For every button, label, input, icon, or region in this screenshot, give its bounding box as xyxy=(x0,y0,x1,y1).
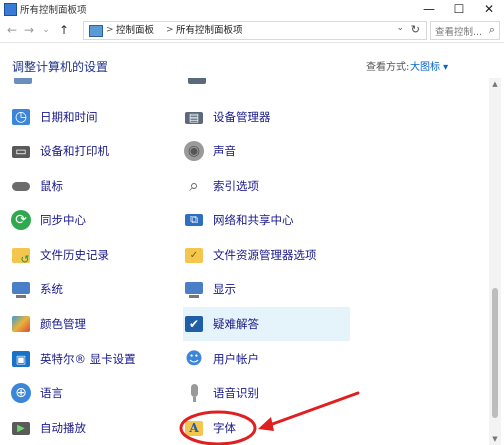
scrollbar-thumb[interactable] xyxy=(492,288,498,418)
refresh-button[interactable]: ↻ xyxy=(411,23,420,36)
breadcrumb[interactable]: > 控制面板 > 所有控制面板项 ⌄ ↻ xyxy=(83,21,427,40)
speaker-icon: ◉ xyxy=(183,140,205,162)
clock-icon: ◷ xyxy=(10,106,32,128)
troubleshooting-icon: ✔ xyxy=(183,313,205,335)
item-autoplay[interactable]: ▶ 自动播放 xyxy=(10,411,170,445)
item-label: 语言 xyxy=(40,386,63,400)
item-system[interactable]: 系统 xyxy=(10,272,170,306)
control-panel-icon xyxy=(4,3,17,16)
item-label: 声音 xyxy=(213,144,236,158)
item-devices-printers[interactable]: ▭ 设备和打印机 xyxy=(10,134,170,168)
recent-locations-button[interactable]: ⌄ xyxy=(38,21,54,39)
item-network-sharing[interactable]: ⧉ 网络和共享中心 xyxy=(183,203,348,237)
fonts-icon: A xyxy=(183,417,205,439)
breadcrumb-control-panel[interactable]: 控制面板 xyxy=(116,23,154,38)
control-panel-icon xyxy=(89,25,103,37)
item-label: 字体 xyxy=(213,421,236,435)
scroll-down-arrow[interactable]: ▼ xyxy=(489,433,501,445)
item-label: 文件历史记录 xyxy=(40,248,109,262)
vertical-scrollbar[interactable]: ▲ ▼ xyxy=(489,78,501,445)
item-speech-recognition[interactable]: 语音识别 xyxy=(183,376,348,410)
item-label: 英特尔® 显卡设置 xyxy=(40,352,136,366)
autoplay-icon: ▶ xyxy=(10,417,32,439)
item-sound[interactable]: ◉ 声音 xyxy=(183,134,348,168)
item-label: 网络和共享中心 xyxy=(213,213,294,227)
item-device-manager[interactable]: ▤ 设备管理器 xyxy=(183,100,348,134)
item-label: 鼠标 xyxy=(40,179,63,193)
view-by-dropdown[interactable]: 大图标 ▾ xyxy=(410,58,448,73)
item-fonts[interactable]: A 字体 xyxy=(183,411,348,445)
microphone-icon xyxy=(183,382,205,404)
item-label: 索引选项 xyxy=(213,179,259,193)
item-file-history[interactable]: ↺ 文件历史记录 xyxy=(10,238,170,272)
color-management-icon xyxy=(10,313,32,335)
printer-icon: ▭ xyxy=(10,140,32,162)
maximize-button[interactable]: ☐ xyxy=(444,0,474,18)
window-title: 所有控制面板项 xyxy=(20,5,87,16)
item-intel-graphics[interactable]: ▣ 英特尔® 显卡设置 xyxy=(10,342,170,376)
scroll-up-arrow[interactable]: ▲ xyxy=(489,78,501,90)
search-input[interactable]: 查看控制... ⌕ xyxy=(430,21,500,40)
address-dropdown-button[interactable]: ⌄ xyxy=(396,23,404,33)
user-accounts-icon: ☻ xyxy=(185,349,203,369)
search-placeholder: 查看控制... xyxy=(435,27,483,38)
item-label: 系统 xyxy=(40,282,63,296)
item-label: 自动播放 xyxy=(40,421,86,435)
item-display[interactable]: 显示 xyxy=(183,272,348,306)
partial-item-icon[interactable] xyxy=(12,78,34,86)
item-troubleshooting[interactable]: ✔ 疑难解答 xyxy=(183,307,350,341)
view-by-label: 查看方式: xyxy=(366,62,410,73)
item-label: 显示 xyxy=(213,282,236,296)
minimize-button[interactable]: — xyxy=(414,0,444,18)
folder-options-icon: ✓ xyxy=(183,244,205,266)
breadcrumb-all-items[interactable]: 所有控制面板项 xyxy=(176,23,243,38)
display-icon xyxy=(183,278,205,300)
device-manager-icon: ▤ xyxy=(183,106,205,128)
item-date-time[interactable]: ◷ 日期和时间 xyxy=(10,100,170,134)
mouse-icon xyxy=(10,175,32,197)
up-button[interactable]: ↑ xyxy=(56,21,72,39)
item-label: 设备管理器 xyxy=(213,110,271,124)
system-icon xyxy=(10,278,32,300)
intel-graphics-icon: ▣ xyxy=(10,348,32,370)
address-bar: ← → ⌄ ↑ > 控制面板 > 所有控制面板项 ⌄ ↻ 查看控制... ⌕ xyxy=(0,18,504,43)
page-title: 调整计算机的设置 xyxy=(12,60,109,74)
forward-button[interactable]: → xyxy=(21,21,37,39)
item-sync-center[interactable]: ⟳ 同步中心 xyxy=(10,203,170,237)
item-label: 同步中心 xyxy=(40,213,86,227)
search-icon[interactable]: ⌕ xyxy=(489,23,495,37)
language-icon: ⊕ xyxy=(10,382,32,404)
partial-item-icon[interactable] xyxy=(186,78,208,86)
network-icon: ⧉ xyxy=(183,209,205,231)
item-color-management[interactable]: 颜色管理 xyxy=(10,307,170,341)
back-button[interactable]: ← xyxy=(4,21,20,39)
item-label: 疑难解答 xyxy=(213,317,259,331)
item-label: 设备和打印机 xyxy=(40,144,109,158)
item-explorer-options[interactable]: ✓ 文件资源管理器选项 xyxy=(183,238,348,272)
item-label: 日期和时间 xyxy=(40,110,98,124)
index-search-icon: ⌕ xyxy=(189,176,199,196)
item-mouse[interactable]: 鼠标 xyxy=(10,169,170,203)
item-label: 颜色管理 xyxy=(40,317,86,331)
breadcrumb-separator: > xyxy=(166,25,174,35)
close-button[interactable]: ✕ xyxy=(474,0,504,18)
item-label: 语音识别 xyxy=(213,386,259,400)
item-indexing-options[interactable]: ⌕ 索引选项 xyxy=(183,169,348,203)
sync-icon: ⟳ xyxy=(10,209,32,231)
file-history-icon: ↺ xyxy=(10,244,32,266)
item-user-accounts[interactable]: ☻ 用户帐户 xyxy=(183,342,348,376)
item-language[interactable]: ⊕ 语言 xyxy=(10,376,170,410)
item-label: 用户帐户 xyxy=(213,352,259,366)
title-bar: 所有控制面板项 — ☐ ✕ xyxy=(0,0,504,19)
item-label: 文件资源管理器选项 xyxy=(213,248,317,262)
breadcrumb-separator: > xyxy=(106,25,114,35)
